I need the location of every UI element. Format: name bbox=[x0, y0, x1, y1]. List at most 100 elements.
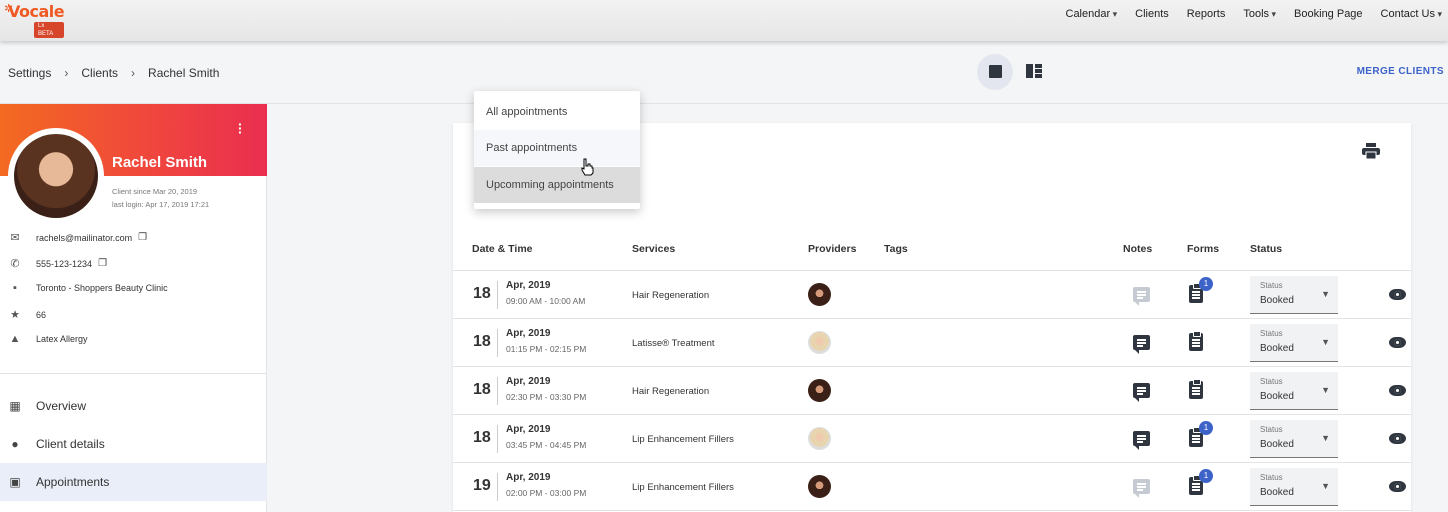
filter-option-upcoming[interactable]: Upcomming appointments bbox=[474, 167, 640, 203]
sidebar-item-client-details[interactable]: ● Client details bbox=[0, 425, 267, 463]
eye-icon[interactable] bbox=[1389, 289, 1406, 300]
appointment-day: 18 bbox=[473, 381, 491, 398]
appointment-month: Apr, 2019 bbox=[506, 424, 551, 435]
clipboard-icon[interactable] bbox=[1189, 379, 1203, 399]
sidebar-item-label: Overview bbox=[36, 399, 87, 413]
column-header-providers[interactable]: Providers bbox=[808, 243, 856, 255]
status-select[interactable]: Status Booked ▼ bbox=[1250, 324, 1338, 362]
chat-icon[interactable] bbox=[1133, 479, 1150, 498]
provider-avatar[interactable] bbox=[808, 283, 831, 306]
mail-icon: ✉ bbox=[10, 232, 20, 244]
copy-icon[interactable]: ❐ bbox=[138, 232, 147, 243]
column-header-status[interactable]: Status bbox=[1250, 243, 1282, 255]
client-meta: Client since Mar 20, 2019 last login: Ap… bbox=[112, 185, 209, 211]
eye-icon[interactable] bbox=[1389, 385, 1406, 396]
divider bbox=[497, 329, 498, 357]
sidebar-item-label: Appointments bbox=[36, 475, 110, 489]
sidebar-item-label: Client details bbox=[36, 437, 105, 451]
appointment-day: 18 bbox=[473, 333, 491, 350]
copy-icon[interactable]: ❐ bbox=[98, 258, 107, 269]
sidebar-item-appointments[interactable]: ▣ Appointments bbox=[0, 463, 267, 501]
column-header-services[interactable]: Services bbox=[632, 243, 675, 255]
person-icon: ● bbox=[11, 437, 19, 451]
print-icon[interactable] bbox=[1362, 143, 1380, 159]
app-logo[interactable]: ✲ Vocale Lx BETA bbox=[4, 2, 65, 38]
chat-icon[interactable] bbox=[1133, 287, 1150, 306]
appointment-month: Apr, 2019 bbox=[506, 472, 551, 483]
calendar-icon: ▣ bbox=[9, 475, 21, 489]
forms-count-badge: 1 bbox=[1199, 421, 1213, 435]
clipboard-icon[interactable] bbox=[1189, 331, 1203, 351]
filter-option-past[interactable]: Past appointments bbox=[474, 130, 640, 166]
last-login: last login: Apr 17, 2019 17:21 bbox=[112, 200, 210, 209]
appointment-service: Latisse® Treatment bbox=[632, 338, 715, 349]
appointment-time: 02:30 PM - 03:30 PM bbox=[506, 392, 587, 402]
column-header-date[interactable]: Date & Time bbox=[472, 243, 533, 255]
appointment-time: 03:45 PM - 04:45 PM bbox=[506, 440, 587, 450]
status-select[interactable]: Status Booked ▼ bbox=[1250, 468, 1338, 506]
nav-reports[interactable]: Reports bbox=[1187, 8, 1226, 20]
filter-option-all[interactable]: All appointments bbox=[474, 94, 640, 130]
appointment-day: 18 bbox=[473, 429, 491, 446]
alert-row: ▲ Latex Allergy bbox=[8, 333, 88, 345]
nav-clients[interactable]: Clients bbox=[1135, 8, 1169, 20]
briefcase-icon: ▪ bbox=[13, 282, 17, 294]
more-vert-icon[interactable]: · · · bbox=[238, 117, 243, 139]
provider-avatar[interactable] bbox=[808, 427, 831, 450]
breadcrumb-settings[interactable]: Settings bbox=[8, 66, 51, 80]
eye-icon[interactable] bbox=[1389, 481, 1406, 492]
sidebar-item-overview[interactable]: ▦ Overview bbox=[0, 387, 267, 425]
table-row[interactable]: 18 Apr, 2019 02:30 PM - 03:30 PM Hair Regen… bbox=[453, 367, 1411, 415]
provider-avatar[interactable] bbox=[808, 331, 831, 354]
appointment-filter-menu: All appointments Past appointments Upcom… bbox=[474, 91, 640, 209]
divider bbox=[497, 281, 498, 309]
status-select[interactable]: Status Booked ▼ bbox=[1250, 420, 1338, 458]
email-row: ✉ rachels@mailinator.com ❐ bbox=[8, 231, 147, 244]
status-select-label: Status bbox=[1260, 377, 1283, 386]
column-header-forms[interactable]: Forms bbox=[1187, 243, 1219, 255]
breadcrumb-clients[interactable]: Clients bbox=[81, 66, 118, 80]
appointment-day: 19 bbox=[473, 477, 491, 494]
client-email: rachels@mailinator.com bbox=[36, 232, 133, 243]
table-row[interactable]: 18 Apr, 2019 03:45 PM - 04:45 PM Lip Enhanc… bbox=[453, 415, 1411, 463]
client-avatar bbox=[8, 128, 104, 224]
appointment-month: Apr, 2019 bbox=[506, 376, 551, 387]
dropdown-arrow-icon: ▼ bbox=[1321, 289, 1330, 299]
status-select-label: Status bbox=[1260, 329, 1283, 338]
forms-count-badge: 1 bbox=[1199, 277, 1213, 291]
status-select-label: Status bbox=[1260, 473, 1283, 482]
appointment-day: 18 bbox=[473, 285, 491, 302]
table-row[interactable]: 18 Apr, 2019 09:00 AM - 10:00 AM Hair Regen… bbox=[453, 271, 1411, 319]
breadcrumb: Settings › Clients › Rachel Smith bbox=[8, 66, 219, 80]
column-header-tags[interactable]: Tags bbox=[884, 243, 908, 255]
table-row[interactable]: 19 Apr, 2019 02:00 PM - 03:00 PM Lip Enhanc… bbox=[453, 463, 1411, 511]
nav-contact-us[interactable]: Contact Us bbox=[1381, 8, 1442, 20]
table-row[interactable]: 18 Apr, 2019 01:15 PM - 02:15 PM Latisse® T… bbox=[453, 319, 1411, 367]
nav-booking-page[interactable]: Booking Page bbox=[1294, 8, 1363, 20]
status-select[interactable]: Status Booked ▼ bbox=[1250, 276, 1338, 314]
status-select[interactable]: Status Booked ▼ bbox=[1250, 372, 1338, 410]
chat-icon[interactable] bbox=[1133, 431, 1150, 450]
status-value: Booked bbox=[1260, 295, 1294, 306]
split-view-icon[interactable] bbox=[1026, 64, 1042, 78]
status-value: Booked bbox=[1260, 343, 1294, 354]
nav-calendar[interactable]: Calendar bbox=[1066, 8, 1118, 20]
provider-avatar[interactable] bbox=[808, 379, 831, 402]
client-name: Rachel Smith bbox=[112, 154, 208, 171]
warning-icon: ▲ bbox=[9, 333, 21, 345]
logo-text: Vocale bbox=[8, 2, 65, 21]
eye-icon[interactable] bbox=[1389, 433, 1406, 444]
hand-cursor-icon bbox=[581, 158, 594, 176]
chat-icon[interactable] bbox=[1133, 335, 1150, 354]
provider-avatar[interactable] bbox=[808, 475, 831, 498]
nav-tools[interactable]: Tools bbox=[1243, 8, 1276, 20]
eye-icon[interactable] bbox=[1389, 337, 1406, 348]
chat-icon[interactable] bbox=[1133, 383, 1150, 402]
single-view-toggle[interactable] bbox=[977, 54, 1013, 90]
forms-count-badge: 1 bbox=[1199, 469, 1213, 483]
merge-clients-button[interactable]: MERGE CLIENTS bbox=[1357, 66, 1444, 77]
square-view-icon bbox=[989, 65, 1002, 78]
dashboard-icon: ▦ bbox=[9, 399, 21, 413]
appointment-service: Lip Enhancement Fillers bbox=[632, 482, 734, 493]
column-header-notes[interactable]: Notes bbox=[1123, 243, 1152, 255]
